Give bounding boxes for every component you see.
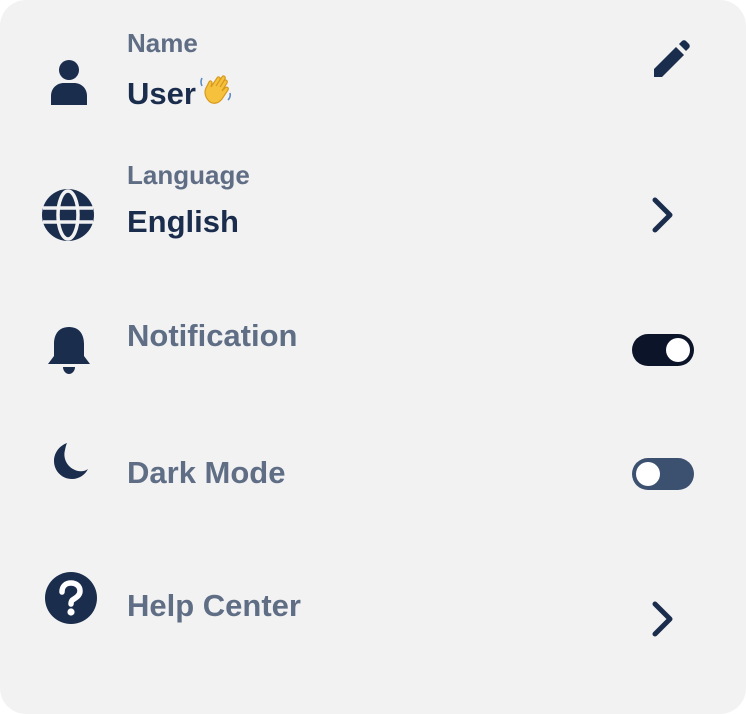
edit-pencil-icon[interactable] <box>651 38 691 80</box>
moon-icon <box>54 443 88 479</box>
help-center-label: Help Center <box>127 588 301 623</box>
language-value: English <box>127 204 239 239</box>
question-circle-icon <box>45 572 97 624</box>
name-value: User <box>127 72 234 112</box>
chevron-right-icon[interactable] <box>650 600 676 638</box>
notification-label: Notification <box>127 318 298 353</box>
name-label: Name <box>127 28 198 58</box>
globe-icon <box>42 189 94 241</box>
user-icon <box>51 60 87 105</box>
toggle-knob <box>636 462 660 486</box>
notification-toggle[interactable] <box>632 334 694 366</box>
waving-hand-icon <box>200 75 231 104</box>
settings-card: Name User Language English Notification … <box>0 0 746 714</box>
language-label: Language <box>127 160 250 190</box>
name-value-text: User <box>127 76 196 111</box>
toggle-knob <box>666 338 690 362</box>
dark-mode-toggle[interactable] <box>632 458 694 490</box>
bell-icon <box>48 327 90 374</box>
dark-mode-label: Dark Mode <box>127 455 286 490</box>
chevron-right-icon[interactable] <box>650 196 676 234</box>
